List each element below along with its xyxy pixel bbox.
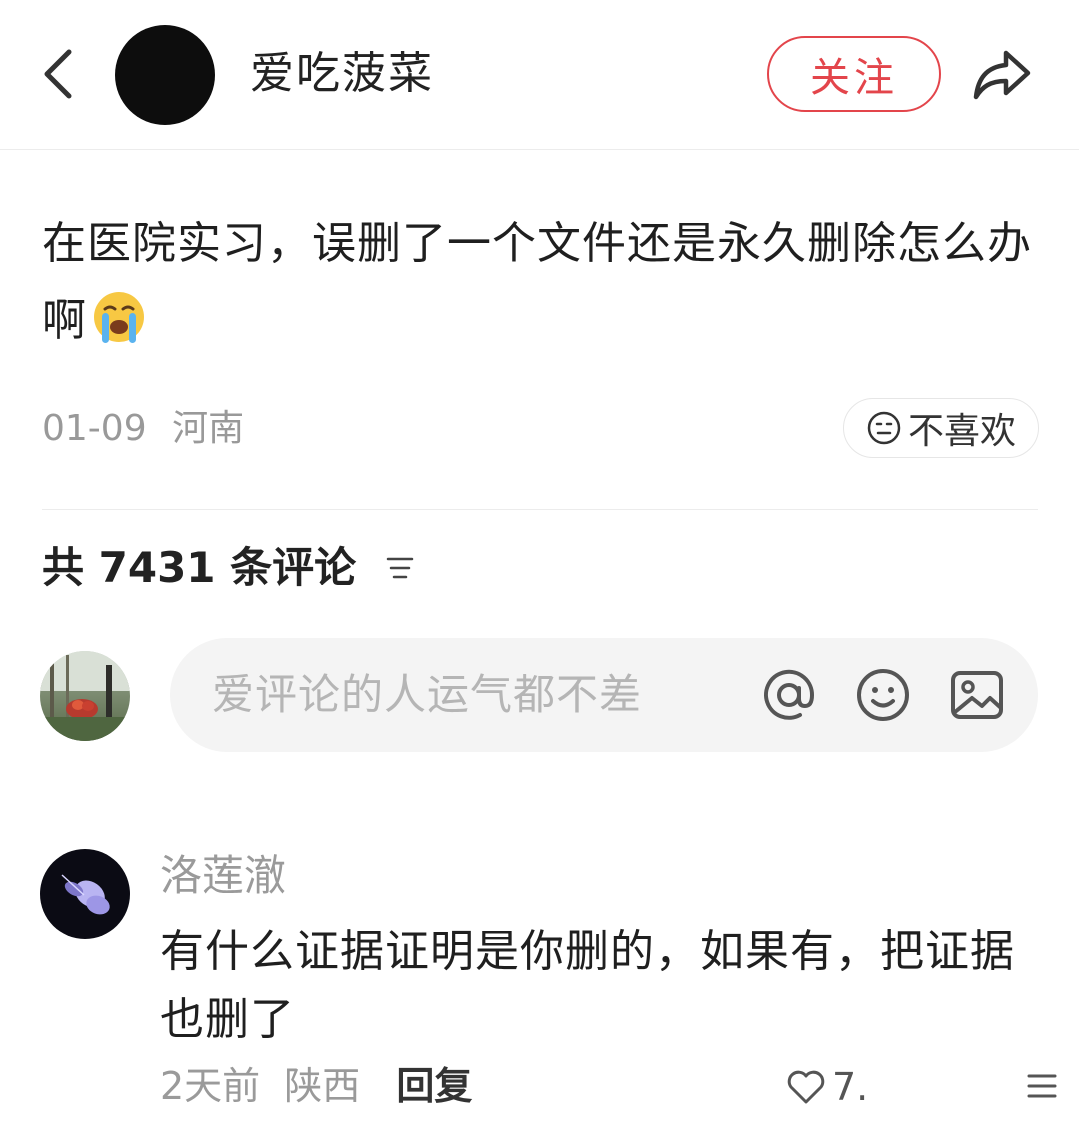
- neutral-face-icon: [867, 411, 901, 445]
- post-date: 01-09: [42, 408, 147, 449]
- sort-icon[interactable]: [384, 552, 416, 584]
- my-avatar[interactable]: [40, 651, 130, 741]
- author-name[interactable]: 爱吃菠菜: [250, 42, 434, 106]
- dislike-label: 不喜欢: [907, 411, 1016, 452]
- comment-time: 2天前: [160, 1064, 261, 1108]
- comment-count: 共 7431 条评论: [42, 543, 357, 592]
- post-text: 在医院实习，误删了一个文件还是永久删除怎么办啊: [42, 218, 1032, 346]
- post-content: 在医院实习，误删了一个文件还是永久删除怎么办啊: [42, 205, 1032, 359]
- comment-location: 陕西: [284, 1064, 361, 1108]
- heart-icon: [787, 1070, 825, 1104]
- comment-meta: 2天前 陕西 回复: [160, 1060, 472, 1112]
- comment-input[interactable]: 爱评论的人运气都不差: [170, 638, 1038, 752]
- post-meta: 01-09 河南: [42, 405, 244, 453]
- avatar-photo-icon: [40, 651, 130, 741]
- back-button[interactable]: [28, 42, 88, 106]
- like-count: 7.: [832, 1065, 869, 1109]
- divider: [42, 509, 1038, 510]
- reply-button[interactable]: 回复: [396, 1064, 472, 1108]
- top-bar: 爱吃菠菜 关注: [0, 0, 1079, 150]
- more-options-icon[interactable]: [1025, 1068, 1059, 1104]
- author-avatar[interactable]: [115, 25, 215, 125]
- emoji-icon[interactable]: [854, 666, 912, 724]
- crying-face-icon: [94, 292, 144, 343]
- post-location: 河南: [172, 408, 245, 449]
- comment-text: 有什么证据证明是你删的，如果有，把证据也删了: [160, 926, 1015, 1045]
- commenter-avatar[interactable]: [40, 849, 130, 939]
- butterfly-icon: [61, 874, 110, 915]
- dislike-button[interactable]: 不喜欢: [843, 398, 1039, 458]
- comment-like-button[interactable]: 7.: [786, 1062, 868, 1112]
- image-icon[interactable]: [948, 666, 1006, 724]
- chevron-left-icon: [44, 49, 72, 99]
- commenter-name[interactable]: 洛莲澈: [160, 848, 286, 904]
- follow-button[interactable]: 关注: [767, 36, 941, 112]
- share-button[interactable]: [962, 40, 1042, 110]
- share-icon: [973, 50, 1031, 100]
- post-detail-screen: 爱吃菠菜 关注 在医院实习，误删了一个文件还是永久删除怎么办啊 01-09 河南: [0, 0, 1079, 1125]
- at-mention-icon[interactable]: [760, 666, 818, 724]
- comment-placeholder: 爱评论的人运气都不差: [212, 670, 643, 719]
